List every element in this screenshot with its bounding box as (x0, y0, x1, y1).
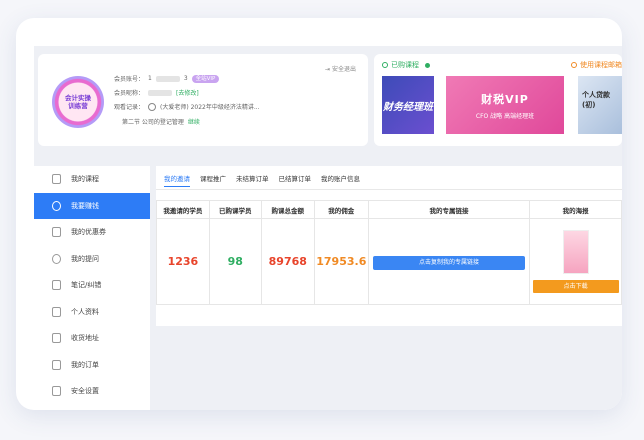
column-header: 已购课学员 (208, 200, 262, 219)
account-hidden (155, 75, 180, 82)
column-header: 我邀请的学员 (156, 200, 210, 219)
invited-count: 1236 (156, 218, 210, 305)
sidebar-item-label: 我的课程 (71, 175, 99, 184)
sidebar-item-label: 我的优惠券 (71, 228, 106, 237)
copy-link-button[interactable]: 点击复制我的专属链接 (372, 255, 525, 270)
logout-label: 安全退出 (331, 66, 356, 73)
profile-card: 会计实操 训练营 会员账号： 1 3 全站VIP 会员昵称： [去修改] 观看记… (38, 54, 368, 146)
tab-bar: 我的邀请 课程推广 未结算订单 已结算订单 我的账户信息 (156, 166, 622, 190)
avatar: 会计实操 训练营 (52, 76, 104, 128)
user-icon (52, 306, 61, 317)
sidebar-item-questions[interactable]: 我的提问 (34, 246, 150, 273)
record-row: 观看记录： (大爱老师) 2022年中级经济法精讲... (114, 102, 260, 111)
sidebar-item-label: 个人资料 (71, 307, 99, 316)
circle-icon (571, 62, 577, 68)
column-header: 我的专属链接 (367, 200, 531, 219)
tab-settled-orders[interactable]: 已结算订单 (279, 173, 312, 183)
poster-cell: 点击下载 (529, 218, 622, 305)
sidebar-item-label: 笔记/纠错 (71, 281, 102, 290)
record-value[interactable]: (大爱老师) 2022年中级经济法精讲... (160, 102, 260, 111)
sidebar: 我的课程 我要赚钱 我的优惠券 我的提问 笔记/纠错 个人资料 收货地址 我的订… (34, 166, 150, 410)
nickname-row: 会员昵称： [去修改] (114, 88, 199, 97)
sidebar-item-label: 我要赚钱 (71, 201, 99, 210)
course-thumbnail-text: 财税VIP (481, 92, 529, 106)
main-panel: 我的邀请 课程推广 未结算订单 已结算订单 我的账户信息 我邀请的学员 已购课学… (156, 166, 622, 326)
question-icon (52, 253, 61, 264)
account-value: 1 (148, 75, 152, 82)
edit-nickname-link[interactable]: [去修改] (176, 88, 199, 97)
coupon-icon (52, 227, 61, 238)
courses-card: 已购课程 使用课程邮箱 财务经理班 财税VIP CFO 战略 高端经理班 个人贷… (374, 54, 622, 146)
tab-account-info[interactable]: 我的账户信息 (321, 173, 360, 183)
sidebar-item-earn[interactable]: 我要赚钱 (34, 192, 150, 219)
sidebar-item-address[interactable]: 收货地址 (34, 325, 150, 352)
column-header: 购课总金额 (260, 200, 315, 219)
earnings-table: 我邀请的学员 已购课学员 购课总金额 我的佣金 我的专属链接 我的海报 1236… (156, 200, 622, 305)
courses-title-label: 已购课程 (391, 61, 419, 69)
courses-title: 已购课程 (382, 60, 430, 70)
record-sub: 第二节 公司的登记管理 (122, 119, 184, 126)
table-row: 1236 98 89768 17953.6 点击复制我的专属链接 点击下载 (156, 218, 622, 305)
sidebar-item-courses[interactable]: 我的课程 (34, 166, 150, 193)
poster-image (562, 230, 589, 274)
course-thumbnail-text: 个人贷款(初) (582, 91, 610, 109)
logout-link[interactable]: ⇥ 安全退出 (325, 64, 356, 73)
link-cell: 点击复制我的专属链接 (367, 218, 531, 305)
continue-link[interactable]: 继续 (188, 117, 200, 126)
logout-icon: ⇥ (325, 66, 331, 73)
sidebar-item-label: 收货地址 (71, 334, 99, 343)
course-thumbnail-text: 财务经理班 (383, 101, 433, 113)
sidebar-item-security[interactable]: 安全设置 (34, 378, 150, 405)
nickname-hidden (148, 89, 173, 96)
sidebar-item-profile[interactable]: 个人资料 (34, 299, 150, 326)
order-icon (52, 359, 61, 370)
diamond-icon (52, 200, 61, 211)
app-window: 会计实操 训练营 会员账号： 1 3 全站VIP 会员昵称： [去修改] 观看记… (16, 18, 622, 410)
document-icon (52, 174, 61, 185)
tab-promotion[interactable]: 课程推广 (200, 173, 226, 183)
column-header: 我的海报 (529, 200, 622, 219)
account-suffix: 3 (183, 75, 188, 82)
tab-unsettled-orders[interactable]: 未结算订单 (236, 173, 269, 183)
vip-badge: 全站VIP (191, 74, 220, 83)
avatar-text-1: 会计实操 (65, 94, 91, 102)
note-icon (52, 280, 61, 291)
record-label: 观看记录： (114, 104, 145, 111)
sidebar-item-label: 我的提问 (71, 254, 99, 263)
status-dot-icon (425, 62, 430, 68)
location-icon (52, 333, 61, 344)
total-amount: 89768 (260, 218, 315, 305)
sidebar-item-coupons[interactable]: 我的优惠券 (34, 219, 150, 246)
table-header-row: 我邀请的学员 已购课学员 购课总金额 我的佣金 我的专属链接 我的海报 (156, 200, 622, 219)
clock-icon (148, 102, 157, 111)
course-thumbnail[interactable]: 个人贷款(初) (578, 76, 622, 134)
purchased-count: 98 (208, 218, 262, 305)
circle-icon (382, 62, 388, 68)
tab-invites[interactable]: 我的邀请 (164, 173, 190, 187)
course-thumbnail[interactable]: 财务经理班 (382, 76, 434, 134)
sidebar-item-orders[interactable]: 我的订单 (34, 352, 150, 379)
nickname-label: 会员昵称： (114, 90, 145, 97)
avatar-text-2: 训练营 (68, 102, 88, 110)
record-sub-row: 第二节 公司的登记管理 继续 (122, 117, 200, 126)
column-header: 我的佣金 (313, 200, 369, 219)
shield-icon (52, 386, 61, 397)
commission-amount: 17953.6 (313, 218, 369, 305)
courses-right-label: 使用课程邮箱 (580, 61, 622, 69)
app-content: 会计实操 训练营 会员账号： 1 3 全站VIP 会员昵称： [去修改] 观看记… (34, 46, 622, 410)
course-thumbnail[interactable]: 财税VIP CFO 战略 高端经理班 (446, 76, 564, 134)
download-button[interactable]: 点击下载 (532, 280, 619, 293)
sidebar-item-notes[interactable]: 笔记/纠错 (34, 272, 150, 299)
sidebar-item-label: 安全设置 (71, 387, 99, 396)
sidebar-item-label: 我的订单 (71, 360, 99, 369)
account-label: 会员账号： (114, 76, 145, 83)
courses-right-title[interactable]: 使用课程邮箱 (571, 60, 622, 70)
account-row: 会员账号： 1 3 全站VIP (114, 74, 220, 83)
course-thumbnail-subtext: CFO 战略 高端经理班 (475, 112, 535, 120)
